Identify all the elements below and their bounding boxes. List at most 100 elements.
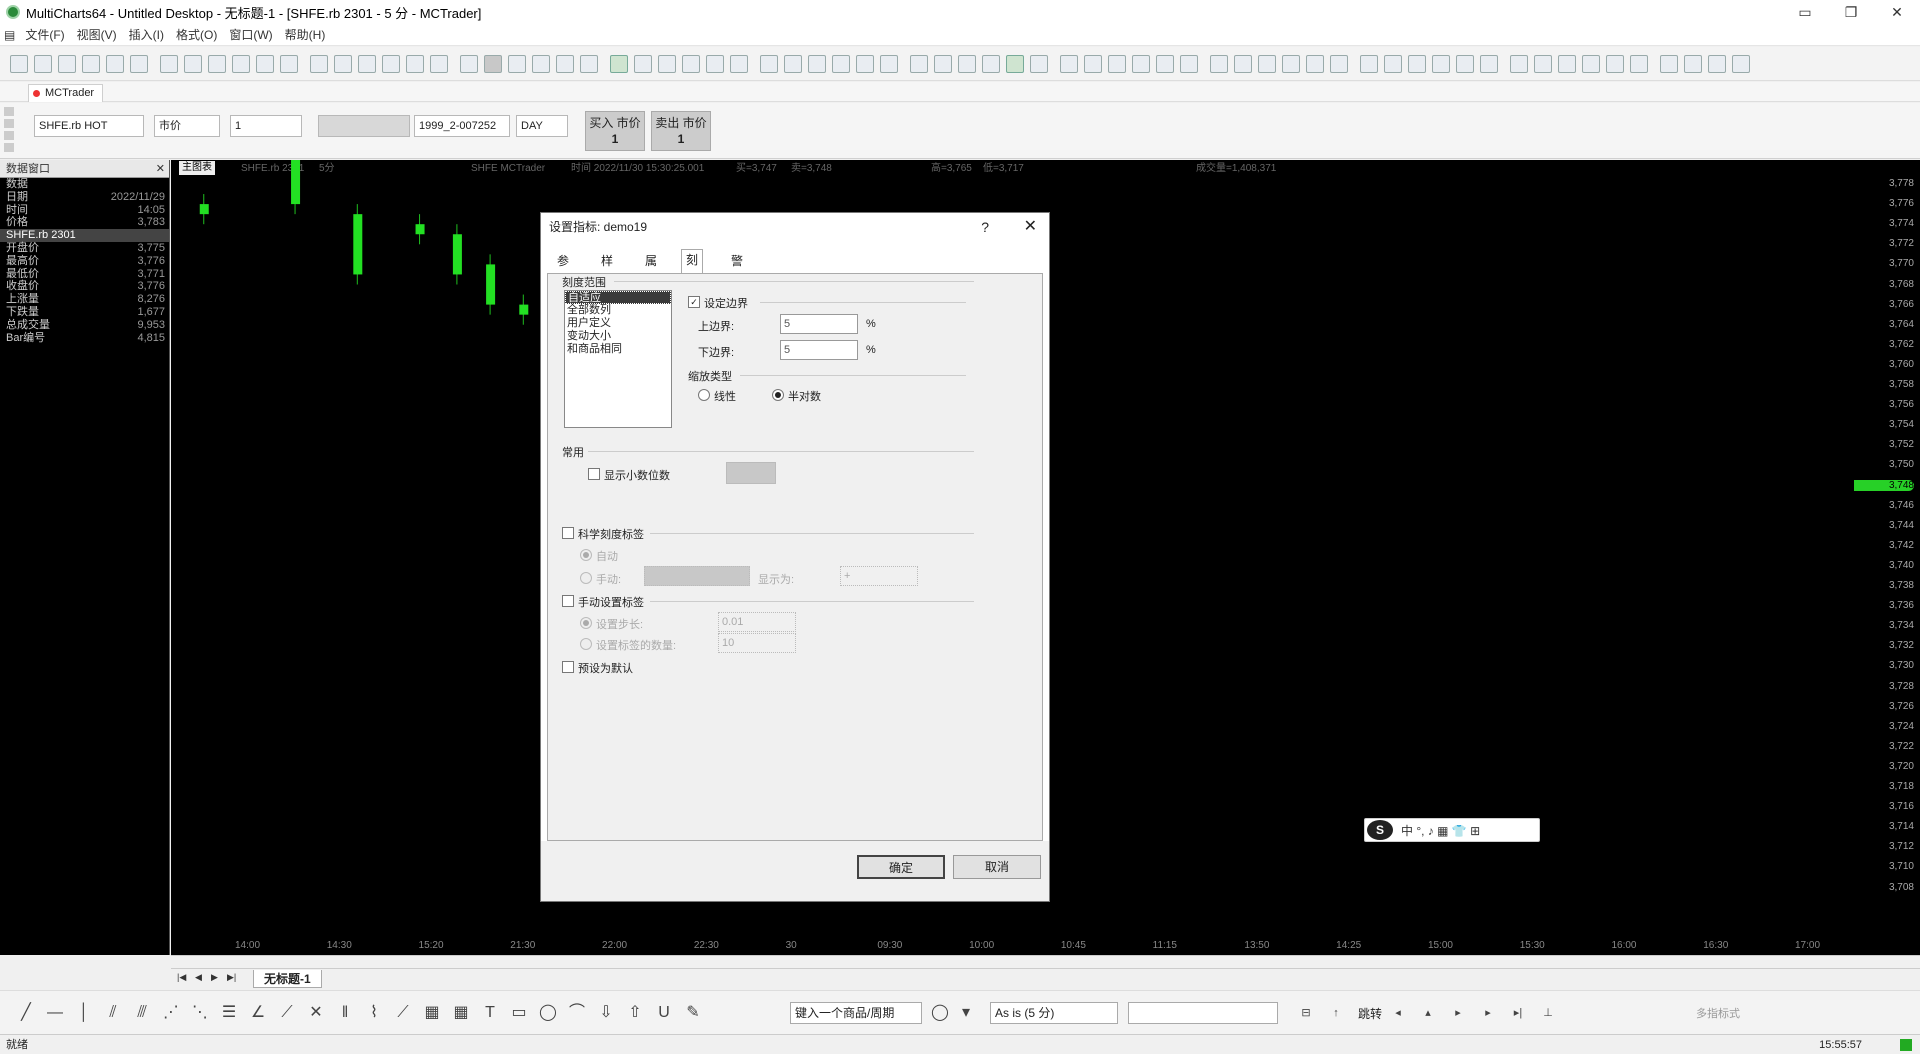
toolbar-button[interactable] [1510, 55, 1528, 73]
semi-log-radio[interactable] [772, 389, 784, 401]
toolbar-button[interactable] [82, 55, 100, 73]
drawing-tool-icon[interactable]: ⋰ [161, 1003, 181, 1023]
scale-range-list[interactable]: 自适应 全部数列 用户定义 变动大小 和商品相同 [564, 290, 672, 428]
toolbar-button[interactable] [1084, 55, 1102, 73]
menu-app-icon[interactable]: ▤ [0, 28, 19, 42]
price-input[interactable] [318, 115, 410, 137]
toolbar-button[interactable] [508, 55, 526, 73]
drawing-tool-icon[interactable]: U [654, 1003, 674, 1023]
sci-label-checkbox[interactable] [562, 527, 574, 539]
last-sheet-button[interactable]: ▶| [227, 972, 236, 983]
list-item[interactable]: 自适应 [565, 291, 671, 304]
list-item[interactable]: 用户定义 [565, 317, 671, 330]
drawing-tool-icon[interactable]: ▦ [422, 1003, 442, 1023]
toolbar-button[interactable] [1108, 55, 1126, 73]
toolbar-button[interactable] [934, 55, 952, 73]
navigation-icon[interactable]: ▸ [1448, 1003, 1468, 1023]
drawing-tool-icon[interactable]: │ [74, 1003, 94, 1023]
toolbar-button[interactable] [160, 55, 178, 73]
list-item[interactable]: 变动大小 [565, 330, 671, 343]
prev-sheet-button[interactable]: ◀ [195, 972, 202, 983]
toolbar-button[interactable] [1060, 55, 1078, 73]
ime-buttons[interactable]: 中 °, ♪ ▦ 👕 ⊞ [1401, 822, 1480, 839]
drawing-tool-icon[interactable]: ◯ [538, 1003, 558, 1023]
close-icon[interactable]: ✕ [156, 160, 165, 178]
toolbar-button[interactable] [34, 55, 52, 73]
drawing-tool-icon[interactable]: ╱ [16, 1003, 36, 1023]
drawing-tool-icon[interactable]: ⟋ [393, 1003, 413, 1023]
toolbar-button[interactable] [580, 55, 598, 73]
jump-label[interactable]: 跳转 [1358, 1005, 1382, 1022]
toolbar-button[interactable] [784, 55, 802, 73]
set-step-input[interactable]: 0.01 [718, 612, 796, 632]
drawing-tool-icon[interactable]: ⫻ [132, 1003, 152, 1023]
drawing-tool-icon[interactable]: ☰ [219, 1003, 239, 1023]
toolbar-button[interactable] [334, 55, 352, 73]
toolbar-button[interactable] [1330, 55, 1348, 73]
toolbar-button[interactable] [1684, 55, 1702, 73]
symbol-combo[interactable]: 键入一个商品/周期 [790, 1002, 922, 1024]
drawing-tool-icon[interactable]: ⌒ [567, 1003, 587, 1023]
toolbar-button[interactable] [760, 55, 778, 73]
menu-help[interactable]: 帮助(H) [279, 26, 332, 43]
tab-properties[interactable]: 属性 [641, 251, 661, 288]
tab-alerts[interactable]: 警报 [727, 251, 747, 288]
drawing-tool-icon[interactable]: ⇩ [596, 1003, 616, 1023]
list-item[interactable]: 全部数列 [565, 304, 671, 317]
toolbar-button[interactable] [232, 55, 250, 73]
horizontal-scrollbar[interactable] [171, 955, 1920, 968]
label-count-radio[interactable] [580, 638, 592, 650]
resolution-combo[interactable]: As is (5 分) [990, 1002, 1118, 1024]
drawing-tool-icon[interactable]: ⟋ [277, 1003, 297, 1023]
menu-view[interactable]: 视图(V) [71, 26, 123, 43]
price-type-select[interactable]: 市价 [154, 115, 220, 137]
toolbar-button[interactable] [1456, 55, 1474, 73]
toolbar-button[interactable] [280, 55, 298, 73]
toolbar-button[interactable] [310, 55, 328, 73]
drawbar-icon[interactable]: ◯ [930, 1003, 950, 1023]
navigation-icon[interactable]: ⊥ [1538, 1003, 1558, 1023]
tab-inputs[interactable]: 参数 [553, 251, 573, 288]
toolbar-button[interactable] [1582, 55, 1600, 73]
toolbar-button[interactable] [958, 55, 976, 73]
toolbar-button[interactable] [1558, 55, 1576, 73]
toolbar-button[interactable] [460, 55, 478, 73]
ok-button[interactable]: 确定 [857, 855, 945, 879]
toolbar-button[interactable] [1282, 55, 1300, 73]
ime-toolbar[interactable]: S 中 °, ♪ ▦ 👕 ⊞ [1364, 818, 1540, 842]
drawing-tool-icon[interactable]: ‖ [335, 1003, 355, 1023]
toolbar-button[interactable] [358, 55, 376, 73]
toolbar-button[interactable] [706, 55, 724, 73]
toolbar-button[interactable] [106, 55, 124, 73]
toolbar-button[interactable] [1480, 55, 1498, 73]
restore-button[interactable]: ❐ [1828, 0, 1874, 24]
toolbar-button[interactable] [382, 55, 400, 73]
navigation-icon[interactable]: ↑ [1326, 1003, 1346, 1023]
quantity-stepper[interactable]: 1 [230, 115, 302, 137]
lower-margin-input[interactable]: 5 [780, 340, 858, 360]
navigation-icon[interactable]: ◂ [1388, 1003, 1408, 1023]
toolbar-button[interactable] [130, 55, 148, 73]
drawing-tool-icon[interactable]: ⇧ [625, 1003, 645, 1023]
toolbar-button[interactable] [10, 55, 28, 73]
drawing-tool-icon[interactable]: — [45, 1003, 65, 1023]
cancel-button[interactable]: 取消 [953, 855, 1041, 879]
toolbar-button[interactable] [610, 55, 628, 73]
next-sheet-button[interactable]: ▶ [211, 972, 218, 983]
tab-style[interactable]: 样式 [597, 251, 617, 288]
toolbar-button[interactable] [1708, 55, 1726, 73]
sci-manual-radio[interactable] [580, 572, 592, 584]
toolbar-button[interactable] [1006, 55, 1024, 73]
toolbar-button[interactable] [1156, 55, 1174, 73]
toolbar-button[interactable] [1534, 55, 1552, 73]
sell-market-button[interactable]: 卖出 市价 1 [651, 111, 711, 151]
toolbar-button[interactable] [1384, 55, 1402, 73]
toolbar-button[interactable] [634, 55, 652, 73]
toolbar-button[interactable] [808, 55, 826, 73]
toolbar-button[interactable] [730, 55, 748, 73]
drawbar-icon[interactable]: ▾ [956, 1003, 976, 1023]
dialog-close-button[interactable]: ✕ [1024, 213, 1037, 241]
toolbar-button[interactable] [910, 55, 928, 73]
drawing-tool-icon[interactable]: ✕ [306, 1003, 326, 1023]
toolbar-button[interactable] [484, 55, 502, 73]
